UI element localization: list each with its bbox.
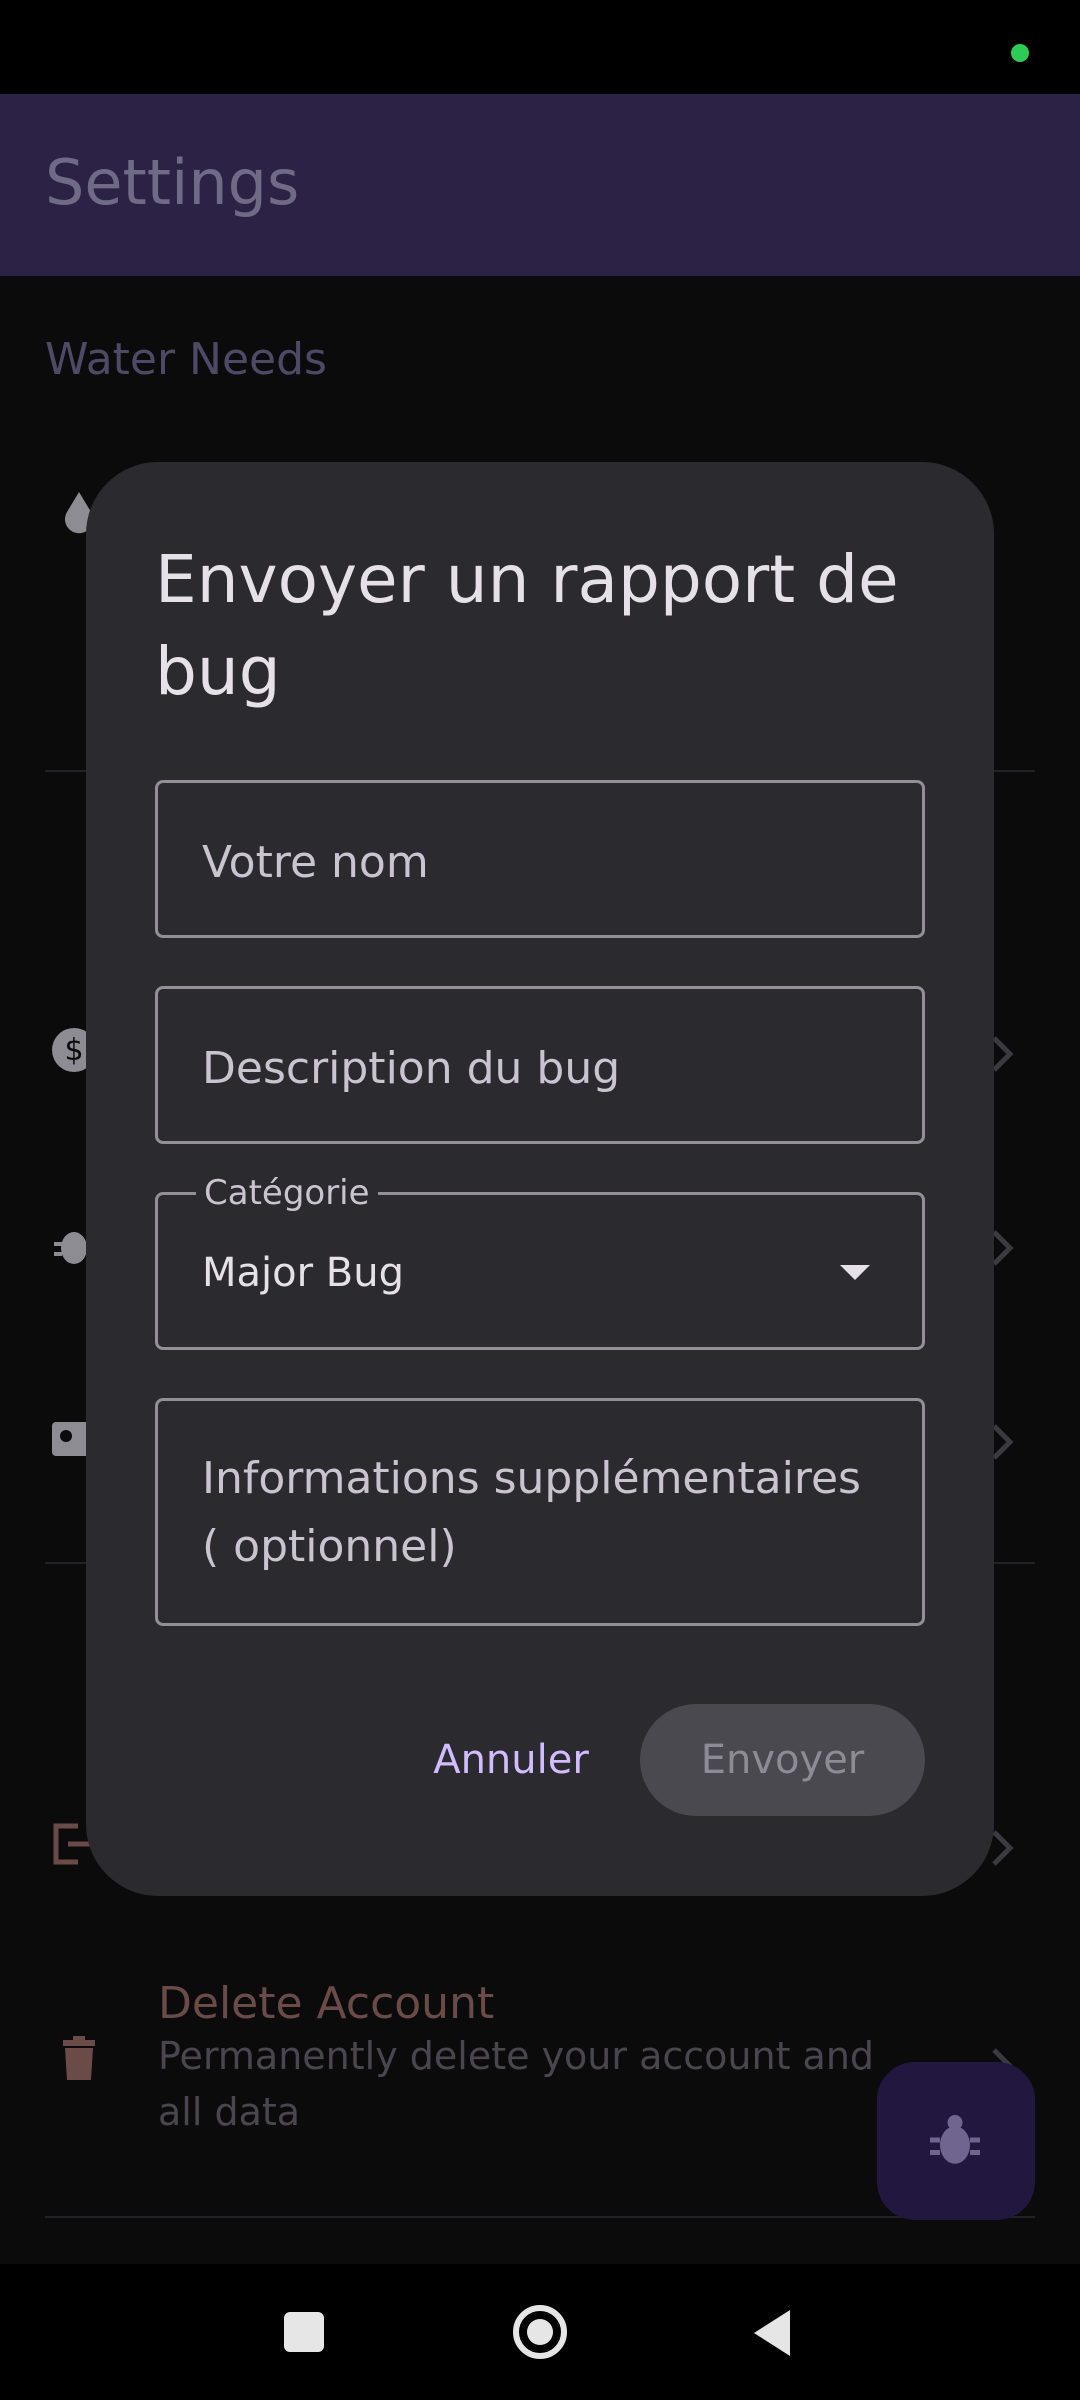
bug-report-dialog: Envoyer un rapport de bug Votre nom Desc…: [86, 462, 994, 1896]
svg-text:$: $: [64, 1033, 83, 1068]
system-nav-bar: [0, 2264, 1080, 2400]
back-triangle-icon[interactable]: [752, 2308, 792, 2358]
app-screen: Settings Water Needs $ Delete Account Pe…: [0, 0, 1080, 2400]
recents-square-icon[interactable]: [284, 2312, 324, 2352]
description-placeholder: Description du bug: [202, 1043, 621, 1094]
status-bar: [0, 0, 1080, 94]
divider: [45, 2216, 1035, 2218]
extra-info-placeholder: Informations supplémentaires ( optionnel…: [202, 1453, 861, 1572]
category-select[interactable]: Catégorie Major Bug: [155, 1173, 925, 1350]
bug-report-fab[interactable]: [877, 2062, 1035, 2220]
name-field[interactable]: Votre nom: [155, 780, 925, 938]
category-value: Major Bug: [202, 1250, 404, 1296]
section-header-water-needs: Water Needs: [45, 334, 327, 385]
trash-icon: [63, 2036, 95, 2080]
dropdown-arrow-icon[interactable]: [840, 1265, 870, 1280]
name-placeholder: Votre nom: [202, 837, 429, 888]
send-button[interactable]: Envoyer: [640, 1704, 925, 1816]
bug-report-icon: [930, 2115, 980, 2164]
chevron-right-icon: [992, 1830, 1014, 1866]
extra-info-field[interactable]: Informations supplémentaires ( optionnel…: [155, 1398, 925, 1626]
delete-account-subtitle: Permanently delete your account and all …: [158, 2034, 875, 2134]
status-dot-icon: [1011, 44, 1029, 62]
cancel-button[interactable]: Annuler: [416, 1704, 606, 1816]
home-circle-icon[interactable]: [512, 2304, 568, 2360]
page-title: Settings: [45, 146, 300, 219]
category-label: Catégorie: [196, 1173, 378, 1213]
dialog-title: Envoyer un rapport de bug: [155, 541, 899, 710]
top-app-bar: Settings: [0, 94, 1080, 276]
delete-account-title[interactable]: Delete Account: [158, 1982, 494, 2026]
description-field[interactable]: Description du bug: [155, 986, 925, 1144]
